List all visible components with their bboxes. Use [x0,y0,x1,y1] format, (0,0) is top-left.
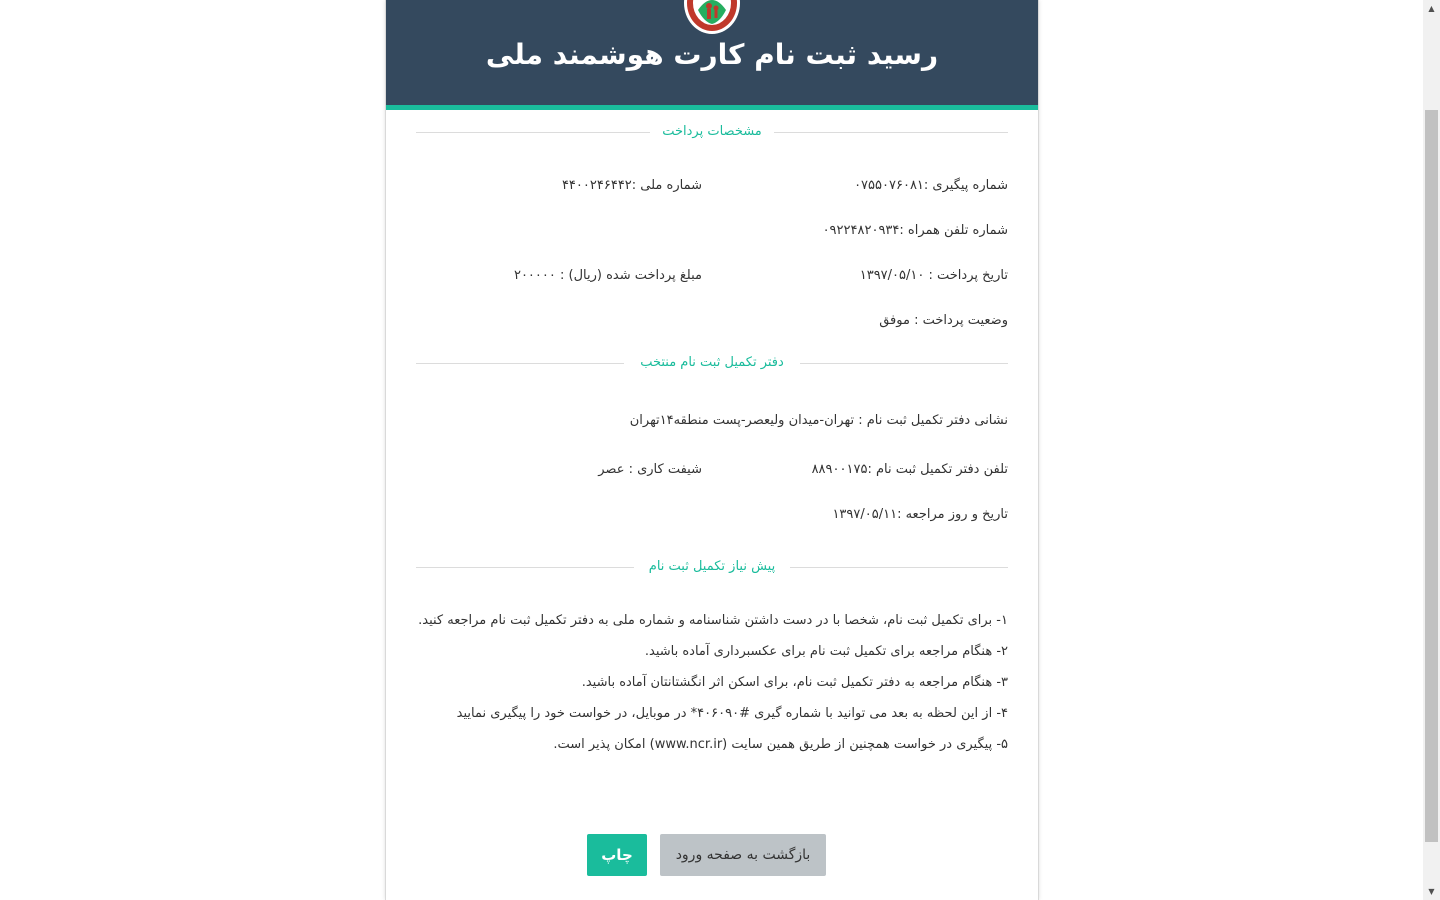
visit-date: تاریخ و روز مراجعه :۱۳۹۷/۰۵/۱۱ [832,507,1008,522]
payment-date: تاریخ پرداخت : ۱۳۹۷/۰۵/۱۰ [859,268,1008,283]
section-title: دفتر تکمیل ثبت نام منتخب [640,355,784,370]
office-phone: تلفن دفتر تکمیل ثبت نام :۸۸۹۰۰۱۷۵ [811,462,1008,477]
receipt-card: رسید ثبت نام کارت هوشمند ملی مشخصات پردا… [385,0,1039,900]
tracking-number: شماره پیگیری :۰۷۵۵۰۷۶۰۸۱ [854,178,1008,193]
mobile-number: شماره تلفن همراه :۰۹۲۲۴۸۲۰۹۳۴ [822,223,1008,238]
office-section-heading: دفتر تکمیل ثبت نام منتخب [416,353,1008,373]
payment-amount: مبلغ پرداخت شده (ریال) : ۲۰۰۰۰۰ [513,268,702,283]
prereq-item-2: ۲- هنگام مراجعه برای تکمیل ثبت نام برای … [644,644,1008,659]
prereq-item-5: ۵- پیگیری در خواست همچنین از طریق همین س… [553,737,1008,752]
back-to-login-button[interactable]: بازگشت به صفحه ورود [660,834,826,876]
scrollbar-thumb[interactable] [1425,110,1438,842]
prereq-section-heading: پیش نیاز تکمیل ثبت نام [416,557,1008,577]
prereq-item-1: ۱- برای تکمیل ثبت نام، شخصا با در دست دا… [418,613,1008,628]
vertical-scrollbar[interactable]: ▲ ▼ [1423,0,1440,900]
scroll-down-arrow-icon[interactable]: ▼ [1423,883,1440,900]
page-title: رسید ثبت نام کارت هوشمند ملی [485,38,939,71]
prereq-item-4: ۴- از این لحظه به بعد می توانید با شماره… [456,706,1008,721]
payment-status: وضعیت پرداخت : موفق [879,313,1008,328]
work-shift: شیفت کاری : عصر [598,462,702,477]
section-title: مشخصات پرداخت [662,124,762,139]
ncr-logo-icon [684,0,740,34]
office-address: نشانی دفتر تکمیل ثبت نام : تهران-میدان و… [629,413,1008,428]
scroll-up-arrow-icon[interactable]: ▲ [1423,0,1440,17]
payment-section-heading: مشخصات پرداخت [416,122,1008,142]
page: رسید ثبت نام کارت هوشمند ملی مشخصات پردا… [0,0,1422,900]
section-title: پیش نیاز تکمیل ثبت نام [648,559,776,574]
prereq-item-3: ۳- هنگام مراجعه به دفتر تکمیل ثبت نام، ب… [581,675,1008,690]
print-button[interactable]: چاپ [587,834,647,876]
receipt-header: رسید ثبت نام کارت هوشمند ملی [386,0,1038,110]
national-id: شماره ملی :۴۴۰۰۲۴۶۴۴۲ [561,178,702,193]
